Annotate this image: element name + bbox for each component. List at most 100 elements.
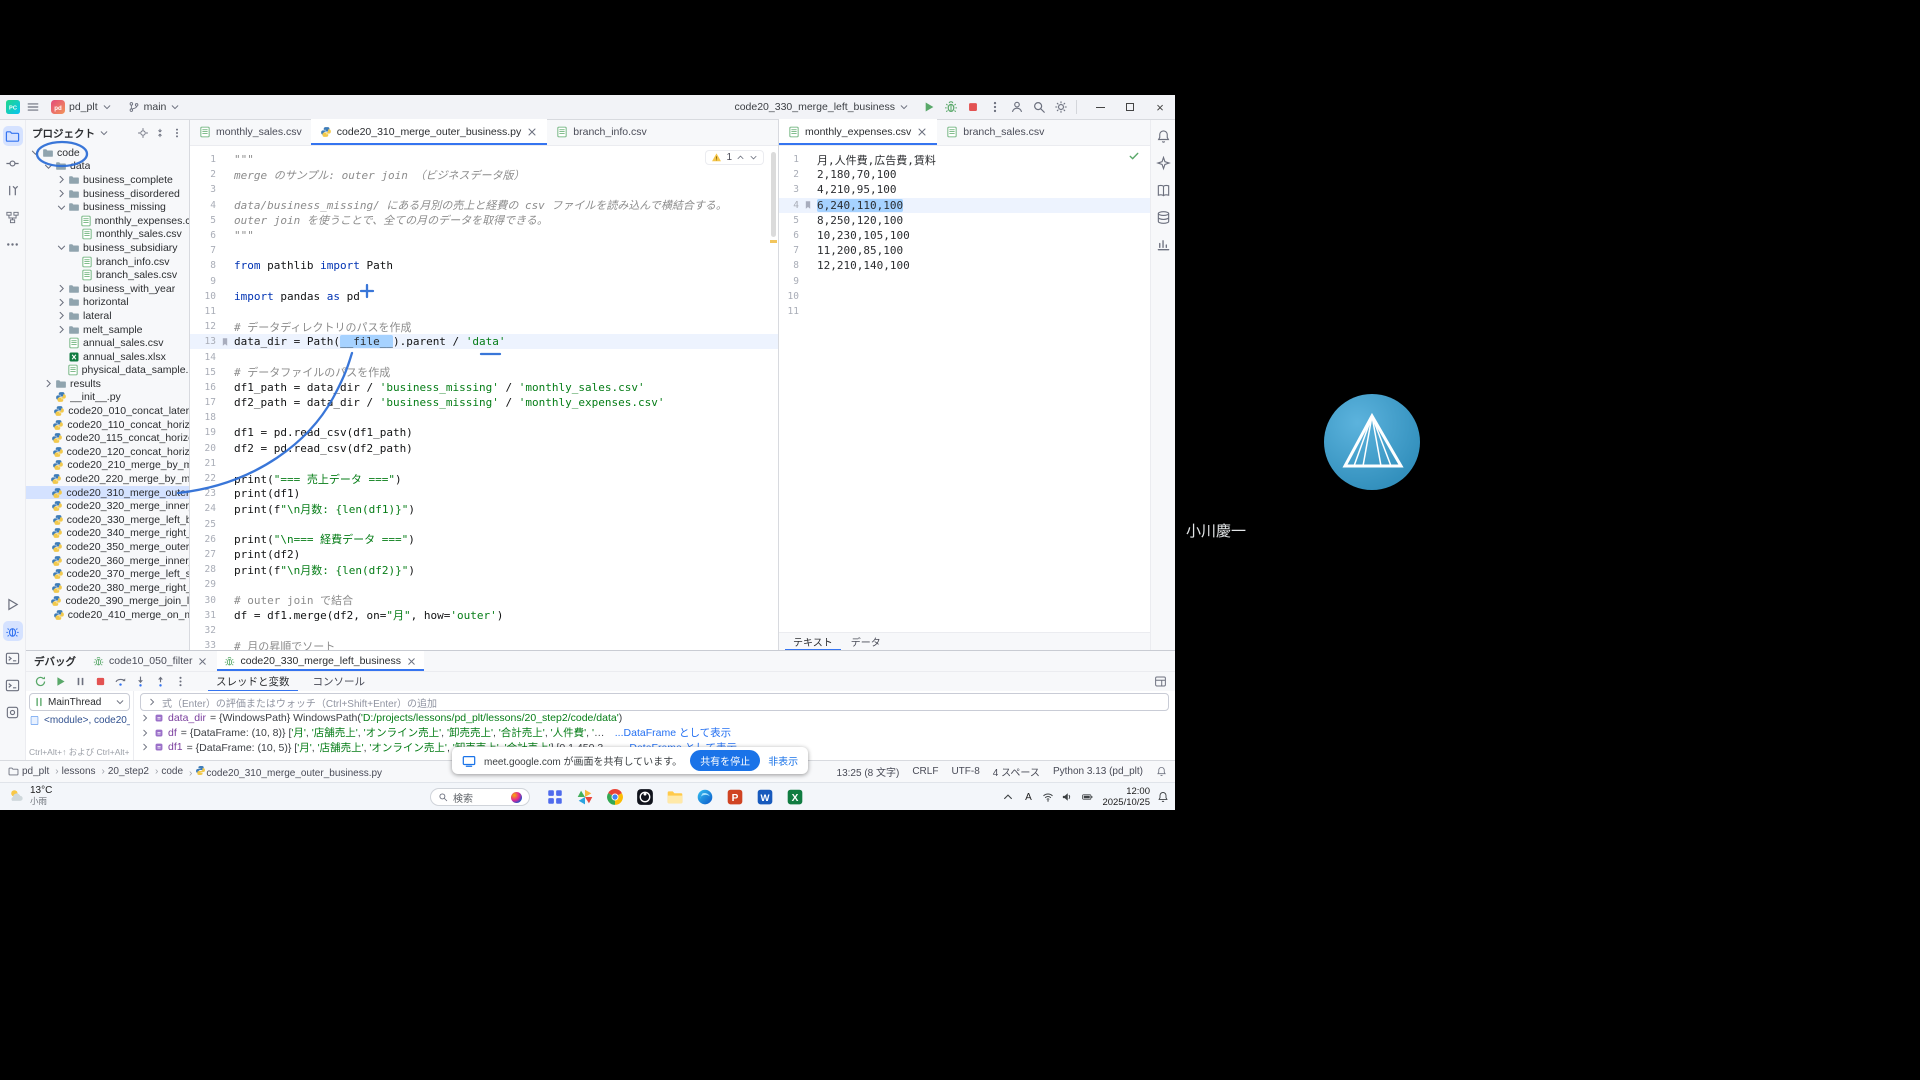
- tree-item[interactable]: code20_380_merge_right_subsidiary.py: [26, 581, 189, 595]
- tree-item[interactable]: monthly_expenses.csv: [26, 214, 189, 228]
- toolstrip-commit-button[interactable]: [3, 153, 23, 173]
- close-icon[interactable]: [916, 126, 928, 138]
- taskbar-app-chrome[interactable]: [604, 786, 626, 808]
- tree-item[interactable]: physical_data_sample.csv: [26, 364, 189, 378]
- csv-view-tab-データ[interactable]: データ: [843, 633, 889, 651]
- tab-monthly_expenses.csv[interactable]: monthly_expenses.csv: [779, 119, 937, 145]
- warning-stripe-mark[interactable]: [770, 240, 777, 243]
- main-menu-icon[interactable]: [26, 100, 40, 114]
- taskbar-app-explorer[interactable]: [664, 786, 686, 808]
- taskbar-search[interactable]: 検索: [430, 788, 530, 806]
- taskbar-app-excel[interactable]: X: [784, 786, 806, 808]
- tree-item[interactable]: annual_sales.csv: [26, 336, 189, 350]
- toolstrip-database-button[interactable]: [1153, 207, 1173, 227]
- csv-view-tab-テキスト[interactable]: テキスト: [785, 633, 841, 651]
- toolstrip-notifications-button[interactable]: [1153, 126, 1173, 146]
- stop-icon[interactable]: [966, 100, 980, 114]
- tree-item[interactable]: melt_sample: [26, 323, 189, 337]
- more-vertical-icon[interactable]: [988, 100, 1002, 114]
- close-icon[interactable]: [197, 656, 208, 667]
- locate-icon[interactable]: [137, 127, 149, 139]
- debug-view-tab-スレッドと変数[interactable]: スレッドと変数: [208, 672, 298, 692]
- tree-item[interactable]: code20_010_concat_lateral.py: [26, 404, 189, 418]
- search-icon[interactable]: [1032, 100, 1046, 114]
- tree-item[interactable]: business_with_year: [26, 282, 189, 296]
- more-vertical-icon[interactable]: [171, 127, 183, 139]
- tree-item[interactable]: data: [26, 160, 189, 174]
- tree-item[interactable]: __init__.py: [26, 391, 189, 405]
- chevron-up-icon[interactable]: [736, 153, 745, 162]
- hide-banner-button[interactable]: 非表示: [768, 753, 798, 768]
- debug-session-tab[interactable]: code20_330_merge_left_business: [217, 651, 424, 671]
- tab-branch_sales.csv[interactable]: branch_sales.csv: [937, 119, 1053, 145]
- toolstrip-structure-button[interactable]: [3, 207, 23, 227]
- close-icon[interactable]: [526, 126, 538, 138]
- thread-selector[interactable]: MainThread: [29, 693, 130, 711]
- tree-item[interactable]: code: [26, 146, 189, 160]
- settings-gear-icon[interactable]: [1054, 100, 1068, 114]
- tree-item[interactable]: code20_410_merge_on_multi.py: [26, 608, 189, 622]
- toolstrip-charts-button[interactable]: [1153, 234, 1173, 254]
- tree-item[interactable]: code20_330_merge_left_business.py: [26, 513, 189, 527]
- toolstrip-python-console-button[interactable]: [3, 648, 23, 668]
- toolstrip-run-button[interactable]: [3, 594, 23, 614]
- code-editor[interactable]: 1"""2merge のサンプル: outer join （ビジネスデータ版）3…: [190, 146, 778, 650]
- toolstrip-debug-button[interactable]: [3, 621, 23, 641]
- toolstrip-pull-requests-button[interactable]: [3, 180, 23, 200]
- tree-item[interactable]: code20_340_merge_right_business.py: [26, 527, 189, 541]
- tree-item[interactable]: code20_350_merge_outer_subsidiary.py: [26, 540, 189, 554]
- chevron-down-icon[interactable]: [99, 128, 109, 138]
- tree-item[interactable]: code20_220_merge_by_month_disordered.py: [26, 472, 189, 486]
- breadcrumb-item[interactable]: pd_plt: [22, 766, 49, 777]
- step-over-icon[interactable]: [114, 675, 127, 688]
- bell-icon[interactable]: [1156, 766, 1167, 777]
- close-icon[interactable]: [406, 656, 417, 667]
- debug-bug-icon[interactable]: [944, 100, 958, 114]
- volume-icon[interactable]: [1061, 791, 1073, 803]
- taskbar-app-obs[interactable]: [634, 786, 656, 808]
- tree-item[interactable]: results: [26, 377, 189, 391]
- layout-icon[interactable]: [1154, 675, 1167, 688]
- variable-row[interactable]: df= {DataFrame: (10, 8)} ['月', '店舗売上', '…: [140, 726, 1169, 741]
- tree-item[interactable]: code20_390_merge_join_left_on_right_on.p…: [26, 595, 189, 609]
- toolstrip-services-button[interactable]: [3, 702, 23, 722]
- tree-item[interactable]: business_complete: [26, 173, 189, 187]
- stack-frame[interactable]: <module>, code20_330_m: [29, 715, 130, 726]
- taskbar-app-photos[interactable]: [574, 786, 596, 808]
- branch-widget[interactable]: main: [123, 99, 186, 115]
- toolstrip-terminal-button[interactable]: [3, 675, 23, 695]
- tab-code20_310_merge_outer_business.py[interactable]: code20_310_merge_outer_business.py: [311, 119, 547, 145]
- pause-icon[interactable]: [74, 675, 87, 688]
- tree-item[interactable]: code20_310_merge_outer_business.py: [26, 486, 189, 500]
- chevron-down-icon[interactable]: [749, 153, 758, 162]
- collapse-all-icon[interactable]: [154, 127, 166, 139]
- debug-session-tab[interactable]: code10_050_filter: [86, 651, 215, 671]
- tree-item[interactable]: code20_370_merge_left_subsidiary.py: [26, 567, 189, 581]
- breadcrumb-item[interactable]: code20_310_merge_outer_business.py: [186, 765, 382, 779]
- taskbar-app-task-view[interactable]: [544, 786, 566, 808]
- tree-item[interactable]: branch_sales.csv: [26, 268, 189, 282]
- resume-icon[interactable]: [54, 675, 67, 688]
- breadcrumb-item[interactable]: code: [152, 766, 183, 777]
- toolstrip-learn-button[interactable]: [1153, 180, 1173, 200]
- run-config-selector[interactable]: code20_330_merge_left_business: [729, 99, 914, 115]
- status-item[interactable]: CRLF: [912, 766, 938, 777]
- taskbar-app-edge[interactable]: [694, 786, 716, 808]
- taskbar-clock[interactable]: 12:00 2025/10/25: [1102, 786, 1150, 808]
- maximize-button[interactable]: [1115, 95, 1145, 120]
- variable-row[interactable]: data_dir= {WindowsPath} WindowsPath('D:/…: [140, 711, 1169, 726]
- minimize-button[interactable]: [1085, 95, 1115, 120]
- tab-branch_info.csv[interactable]: branch_info.csv: [547, 119, 656, 145]
- status-item[interactable]: 4 スペース: [993, 764, 1040, 779]
- tree-item[interactable]: lateral: [26, 309, 189, 323]
- tree-item[interactable]: annual_sales.xlsx: [26, 350, 189, 364]
- breadcrumb[interactable]: pd_pltlessons20_step2codecode20_310_merg…: [8, 765, 382, 779]
- tree-item[interactable]: horizontal: [26, 296, 189, 310]
- taskbar-app-powerpoint[interactable]: P: [724, 786, 746, 808]
- stop-sharing-button[interactable]: 共有を停止: [690, 750, 760, 771]
- step-out-icon[interactable]: [154, 675, 167, 688]
- more-vertical-icon[interactable]: [174, 675, 187, 688]
- inspection-widget[interactable]: 1: [705, 150, 764, 165]
- tree-item[interactable]: monthly_sales.csv: [26, 228, 189, 242]
- wifi-icon[interactable]: [1042, 791, 1054, 803]
